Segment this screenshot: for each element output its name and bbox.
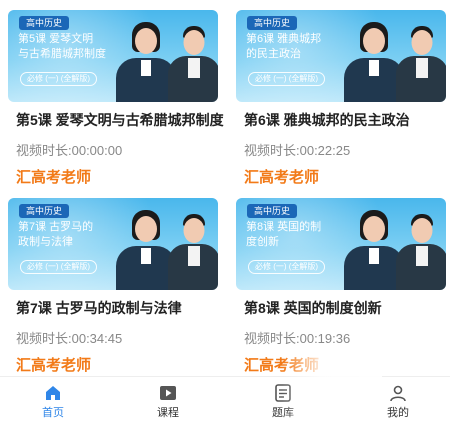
edition-tag: 必修 (一) (全解版) — [248, 260, 326, 274]
teacher-name: 汇高考老师 — [16, 169, 92, 186]
teacher-female-image — [344, 20, 404, 102]
course-thumbnail[interactable]: 高中历史 第8课 英国的制 度创新 必修 (一) (全解版) — [236, 198, 446, 290]
bottom-tab-bar: 首页 课程 题库 我的 — [0, 376, 450, 423]
profile-icon — [390, 385, 406, 402]
teacher-name: 汇高考老师 — [244, 169, 320, 186]
course-card[interactable]: 高中历史 第6课 雅典城邦 的民主政治 必修 (一) (全解版) 第6课 雅典城邦… — [236, 10, 446, 190]
course-grid: 高中历史 第5课 爱琴文明 与古希腊城邦制度 必修 (一) (全解版) 第5课 爱… — [0, 0, 450, 380]
teacher-name: 汇高考老师 — [16, 357, 92, 374]
thumbnail-title: 第6课 雅典城邦 的民主政治 — [246, 33, 322, 60]
tab-courses[interactable]: 课程 — [138, 377, 198, 423]
course-thumbnail[interactable]: 高中历史 第5课 爱琴文明 与古希腊城邦制度 必修 (一) (全解版) — [8, 10, 218, 102]
teacher-male-image — [396, 210, 446, 290]
teacher-male-image — [168, 22, 218, 102]
teacher-male-image — [168, 210, 218, 290]
course-card[interactable]: 高中历史 第5课 爱琴文明 与古希腊城邦制度 必修 (一) (全解版) 第5课 爱… — [8, 10, 224, 190]
tab-home-label: 首页 — [42, 407, 64, 419]
subject-badge: 高中历史 — [247, 16, 298, 30]
teacher-female-image — [116, 20, 176, 102]
thumbnail-title: 第8课 英国的制 度创新 — [246, 221, 322, 248]
video-duration: 视频时长:00:19:36 — [244, 331, 351, 346]
teacher-female-image — [116, 208, 176, 290]
edition-tag: 必修 (一) (全解版) — [20, 260, 98, 274]
course-title[interactable]: 第8课 英国的制度创新 — [244, 298, 382, 318]
watermark-overlay — [282, 348, 382, 418]
play-video-icon — [160, 386, 176, 400]
thumbnail-title: 第5课 爱琴文明 与古希腊城邦制度 — [18, 33, 106, 60]
course-title[interactable]: 第6课 雅典城邦的民主政治 — [244, 110, 410, 130]
tab-courses-label: 课程 — [157, 407, 179, 419]
tab-home[interactable]: 首页 — [23, 377, 83, 423]
video-duration: 视频时长:00:34:45 — [16, 331, 123, 346]
home-icon — [46, 386, 60, 400]
edition-tag: 必修 (一) (全解版) — [20, 72, 98, 86]
subject-badge: 高中历史 — [19, 16, 70, 30]
video-duration: 视频时长:00:00:00 — [16, 143, 123, 158]
thumbnail-title: 第7课 古罗马的 政制与法律 — [18, 221, 94, 248]
subject-badge: 高中历史 — [247, 204, 298, 218]
course-title[interactable]: 第5课 爱琴文明与古希腊城邦制度 — [16, 110, 224, 130]
edition-tag: 必修 (一) (全解版) — [248, 72, 326, 86]
subject-badge: 高中历史 — [19, 204, 70, 218]
course-card[interactable]: 高中历史 第7课 古罗马的 政制与法律 必修 (一) (全解版) 第7课 古罗马的… — [8, 198, 218, 378]
course-title[interactable]: 第7课 古罗马的政制与法律 — [16, 298, 182, 318]
video-duration: 视频时长:00:22:25 — [244, 143, 351, 158]
teacher-female-image — [344, 208, 404, 290]
teacher-male-image — [396, 22, 446, 102]
course-thumbnail[interactable]: 高中历史 第7课 古罗马的 政制与法律 必修 (一) (全解版) — [8, 198, 218, 290]
course-thumbnail[interactable]: 高中历史 第6课 雅典城邦 的民主政治 必修 (一) (全解版) — [236, 10, 446, 102]
